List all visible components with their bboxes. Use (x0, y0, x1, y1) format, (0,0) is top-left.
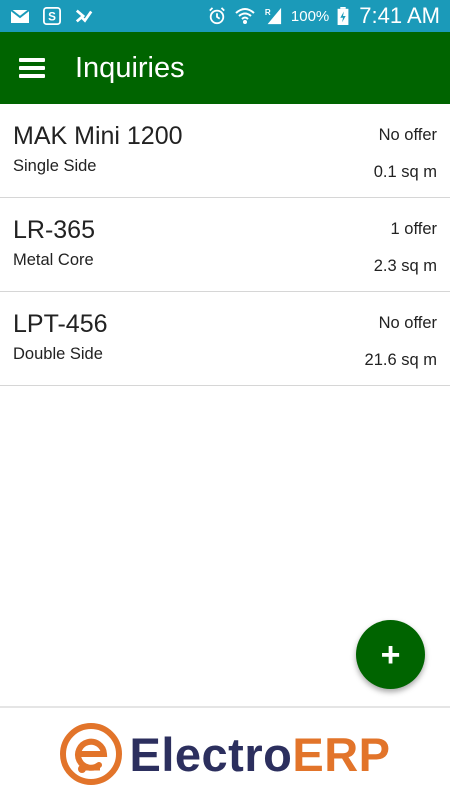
mail-icon (10, 7, 30, 25)
logo-text-erp: ERP (292, 727, 391, 781)
logo-text: ElectroERP (130, 727, 391, 782)
signal-icon: R (263, 7, 283, 25)
logo-text-electro: Electro (129, 727, 293, 781)
skype-icon: S (42, 6, 62, 25)
hamburger-menu-icon[interactable] (0, 32, 64, 104)
check-icon (74, 7, 94, 25)
svg-text:R: R (265, 8, 271, 17)
inquiry-area: 2.3 sq m (373, 257, 437, 275)
plus-icon: + (380, 635, 401, 674)
alarm-icon (207, 7, 227, 25)
status-bar: S R 100% 7:41 AM (0, 0, 450, 32)
battery-percent: 100% (290, 7, 330, 25)
wifi-icon (235, 7, 255, 25)
inquiry-type: Metal Core (13, 251, 94, 269)
logo-mark-icon (59, 723, 122, 785)
inquiry-row[interactable]: MAK Mini 1200 Single Side No offer 0.1 s… (0, 104, 450, 198)
inquiry-offer-status: No offer (378, 126, 437, 144)
page-title: Inquiries (75, 51, 185, 84)
inquiry-row[interactable]: LPT-456 Double Side No offer 21.6 sq m (0, 292, 450, 386)
inquiry-list: MAK Mini 1200 Single Side No offer 0.1 s… (0, 104, 450, 386)
inquiry-offer-status: No offer (378, 314, 437, 332)
inquiry-type: Double Side (13, 345, 103, 363)
clock: 7:41 AM (359, 3, 440, 28)
app-bar: Inquiries (0, 32, 450, 104)
add-inquiry-button[interactable]: + (356, 620, 425, 689)
svg-text:S: S (48, 11, 56, 24)
inquiry-type: Single Side (13, 157, 97, 175)
inquiry-name: LPT-456 (13, 310, 108, 338)
inquiry-row[interactable]: LR-365 Metal Core 1 offer 2.3 sq m (0, 198, 450, 292)
footer: ElectroERP (0, 706, 450, 800)
notification-icons: S (10, 6, 94, 25)
battery-icon (337, 7, 349, 26)
system-icons: R 100% 7:41 AM (207, 3, 440, 29)
inquiry-name: LR-365 (13, 216, 95, 244)
inquiry-offer-status: 1 offer (390, 220, 437, 238)
electroerp-logo: ElectroERP (59, 723, 391, 785)
inquiry-area: 21.6 sq m (364, 351, 437, 369)
inquiry-name: MAK Mini 1200 (13, 122, 183, 150)
inquiry-area: 0.1 sq m (373, 163, 437, 181)
